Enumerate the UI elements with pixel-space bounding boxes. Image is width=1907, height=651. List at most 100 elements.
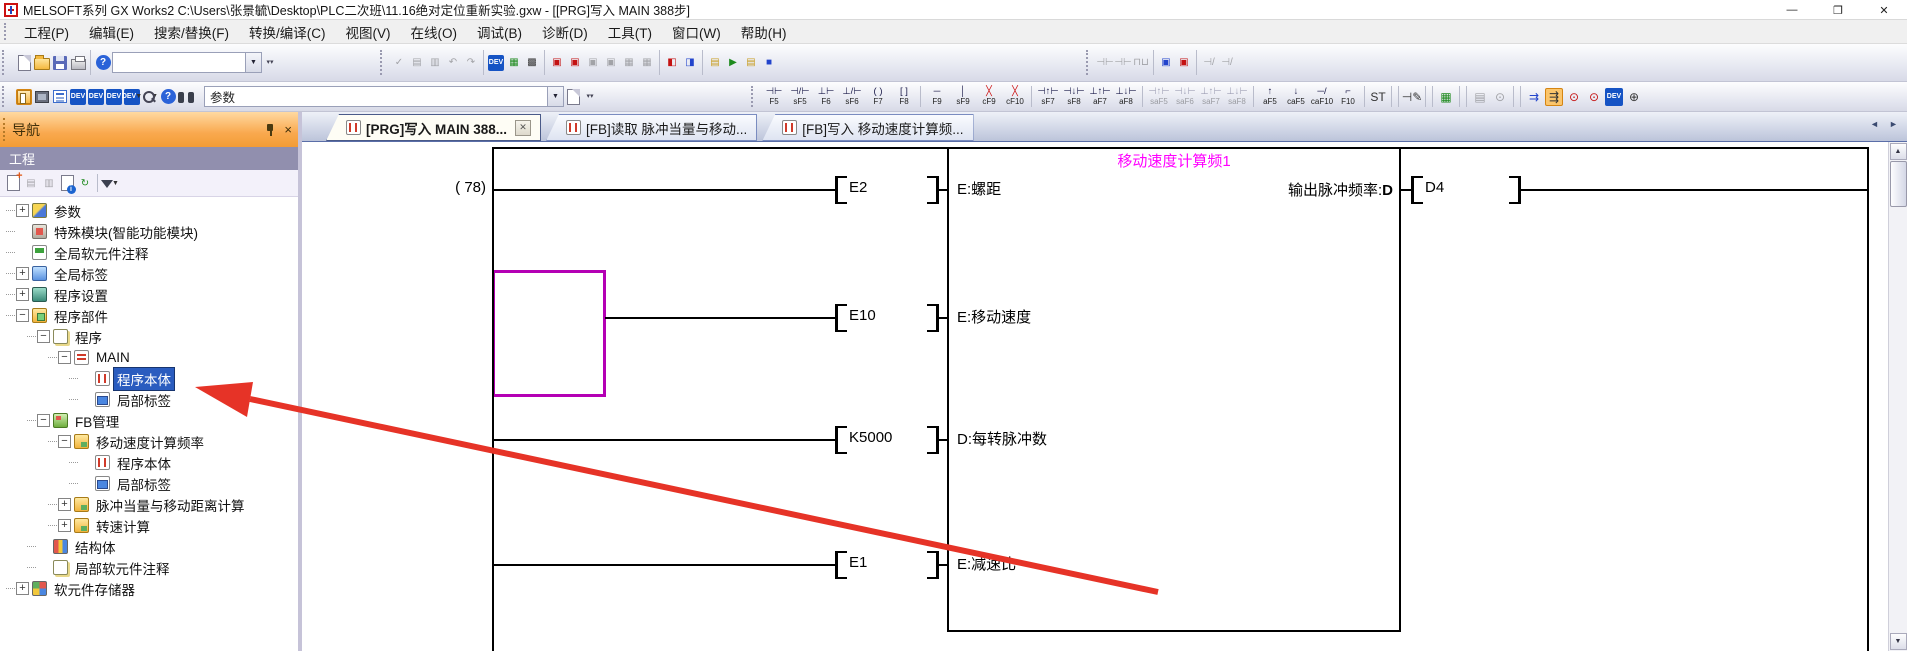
edit-contact-icon[interactable]: ⊣✎ (1403, 88, 1421, 106)
pin-icon[interactable] (264, 123, 276, 137)
ladder-button-F6[interactable]: ⊥⊢F6 (813, 84, 839, 110)
device-display-icon[interactable]: DEV (488, 55, 504, 71)
navigation-window-icon[interactable] (16, 89, 32, 105)
ladder-button-sF6[interactable]: ⊥/⊢sF6 (839, 84, 865, 110)
monitor-slash1-icon[interactable]: ⊣/ (1201, 55, 1217, 71)
sampling-trace2-icon[interactable]: ▣ (1176, 55, 1192, 71)
tree-item-5[interactable]: −程序部件 (0, 305, 298, 326)
new-data-icon[interactable] (5, 175, 21, 191)
minimize-button[interactable]: — (1769, 0, 1815, 20)
menu-item-5[interactable]: 在线(O) (401, 20, 468, 44)
device-find-icon[interactable]: DEV (70, 89, 86, 105)
tree-expand-icon[interactable]: − (16, 309, 29, 322)
monitor-write-icon[interactable]: ▣ (585, 55, 601, 71)
tab-close-icon[interactable]: ✕ (515, 120, 531, 136)
tree-expand-icon[interactable]: + (16, 204, 29, 217)
menu-item-9[interactable]: 窗口(W) (662, 20, 731, 44)
tree-expand-icon[interactable]: + (16, 288, 29, 301)
property-icon[interactable] (59, 175, 75, 191)
close-panel-icon[interactable]: × (284, 123, 292, 136)
device-display-icon[interactable]: DEV▼ (124, 89, 140, 105)
menu-item-7[interactable]: 诊断(D) (532, 20, 598, 44)
tree-item-15[interactable]: +转速计算 (0, 515, 298, 536)
ladder-button-aF5[interactable]: ↑aF5 (1257, 84, 1283, 110)
tree-item-selected-8[interactable]: 程序本体 (0, 368, 298, 389)
ladder-button-F8[interactable]: [ ]F8 (891, 84, 917, 110)
tree-item-17[interactable]: 局部软元件注释 (0, 557, 298, 578)
modify-value-icon[interactable]: ◧ (664, 55, 680, 71)
monitor-stop-icon[interactable]: ▣ (567, 55, 583, 71)
ladder-button-caF5[interactable]: ↓caF5 (1283, 84, 1309, 110)
toolbar-overflow-icon[interactable]: ▾▾ (584, 86, 596, 108)
tree-item-9[interactable]: 局部标签 (0, 389, 298, 410)
menu-item-1[interactable]: 编辑(E) (79, 20, 144, 44)
inline-st-icon[interactable]: ⇉ (1525, 88, 1543, 106)
tab-scroll-left-icon[interactable]: ◄ (1867, 116, 1882, 131)
vertical-scrollbar[interactable]: ▲ ▼ (1888, 142, 1907, 651)
monitor-coil-icon[interactable]: ⊓⊔ (1133, 55, 1149, 71)
remote-stop-icon[interactable]: ■ (761, 55, 777, 71)
tree-item-16[interactable]: 结构体 (0, 536, 298, 557)
menu-item-4[interactable]: 视图(V) (336, 20, 401, 44)
ladder-button-cF9[interactable]: ╳cF9 (976, 84, 1002, 110)
local-device-icon[interactable]: ▤ (707, 55, 723, 71)
task-list-icon[interactable] (52, 89, 68, 105)
document-tab-2[interactable]: [FB]写入 移动速度计算频... (762, 114, 973, 141)
toolbar-overflow-icon[interactable]: ▾▾ (264, 52, 276, 74)
scrollbar-thumb[interactable] (1890, 161, 1907, 207)
scope-combo[interactable]: 参数▼ (204, 86, 564, 107)
new-project-icon[interactable] (16, 55, 32, 71)
menu-item-2[interactable]: 搜索/替换(F) (144, 20, 239, 44)
paste-icon[interactable]: ▥ (427, 55, 443, 71)
ladder-button-F9[interactable]: ─F9 (924, 84, 950, 110)
quick-find-combo[interactable]: ▼ (112, 52, 262, 73)
monitor-step-icon[interactable]: ▣ (603, 55, 619, 71)
find-binoculars-icon[interactable] (178, 89, 194, 105)
help-icon[interactable] (95, 55, 111, 71)
monitor-contact1-icon[interactable]: ⊣⊢ (1097, 55, 1113, 71)
redo-icon[interactable]: ↷ (463, 55, 479, 71)
close-button[interactable]: ✕ (1861, 0, 1907, 20)
monitor-slash2-icon[interactable]: ⊣/ (1219, 55, 1235, 71)
tree-item-6[interactable]: −程序 (0, 326, 298, 347)
statement-icon[interactable]: ▤ (1471, 88, 1489, 106)
tree-expand-icon[interactable]: − (37, 414, 50, 427)
tree-item-13[interactable]: 局部标签 (0, 473, 298, 494)
tree-expand-icon[interactable]: + (16, 267, 29, 280)
help-question-icon[interactable] (160, 89, 176, 105)
find-prev-icon[interactable]: ⊙ (1491, 88, 1509, 106)
monitor-find2-icon[interactable]: ⊙ (1585, 88, 1603, 106)
verify-icon[interactable]: ▤ (743, 55, 759, 71)
tree-expand-icon[interactable]: + (16, 582, 29, 595)
doc-find-icon[interactable] (565, 89, 581, 105)
monitor-find1-icon[interactable]: ⊙ (1565, 88, 1583, 106)
tree-item-11[interactable]: −移动速度计算频率 (0, 431, 298, 452)
ladder-button-sF5[interactable]: ⊣/⊢sF5 (787, 84, 813, 110)
open-project-icon[interactable] (34, 55, 50, 71)
find-device-icon[interactable]: ▼ (142, 89, 158, 105)
tree-expand-icon[interactable]: − (58, 435, 71, 448)
ladder-button-F7[interactable]: ( )F7 (865, 84, 891, 110)
inline-st-box-icon[interactable]: ⇶ (1545, 88, 1563, 106)
tree-item-3[interactable]: +全局标签 (0, 263, 298, 284)
ladder-button-caF10[interactable]: ─/caF10 (1309, 84, 1335, 110)
tree-expand-icon[interactable]: − (58, 351, 71, 364)
combo-dropdown-icon[interactable]: ▼ (245, 53, 261, 72)
scroll-down-icon[interactable]: ▼ (1890, 633, 1907, 650)
tree-item-12[interactable]: 程序本体 (0, 452, 298, 473)
monitor-contact2-icon[interactable]: ⊣⊢ (1115, 55, 1131, 71)
ladder-button-F5[interactable]: ⊣⊢F5 (761, 84, 787, 110)
menu-item-10[interactable]: 帮助(H) (731, 20, 797, 44)
ladder-canvas[interactable]: ( 78) 移动速度计算频1 输出脉冲频率:D E2E:螺距E10E:移动速度K… (302, 142, 1907, 651)
tree-item-2[interactable]: 全局软元件注释 (0, 242, 298, 263)
dropdown-caret-icon[interactable]: ▼ (112, 180, 119, 187)
copy-icon[interactable]: ▤ (409, 55, 425, 71)
module-configuration-icon[interactable] (34, 89, 50, 105)
device-batch-icon[interactable]: DEV (106, 89, 122, 105)
sampling-trace1-icon[interactable]: ▣ (1158, 55, 1174, 71)
tree-expand-icon[interactable]: + (58, 498, 71, 511)
program-check-icon[interactable]: ▩ (524, 55, 540, 71)
tree-item-10[interactable]: −FB管理 (0, 410, 298, 431)
menu-item-6[interactable]: 调试(B) (467, 20, 532, 44)
tree-item-1[interactable]: 特殊模块(智能功能模块) (0, 221, 298, 242)
